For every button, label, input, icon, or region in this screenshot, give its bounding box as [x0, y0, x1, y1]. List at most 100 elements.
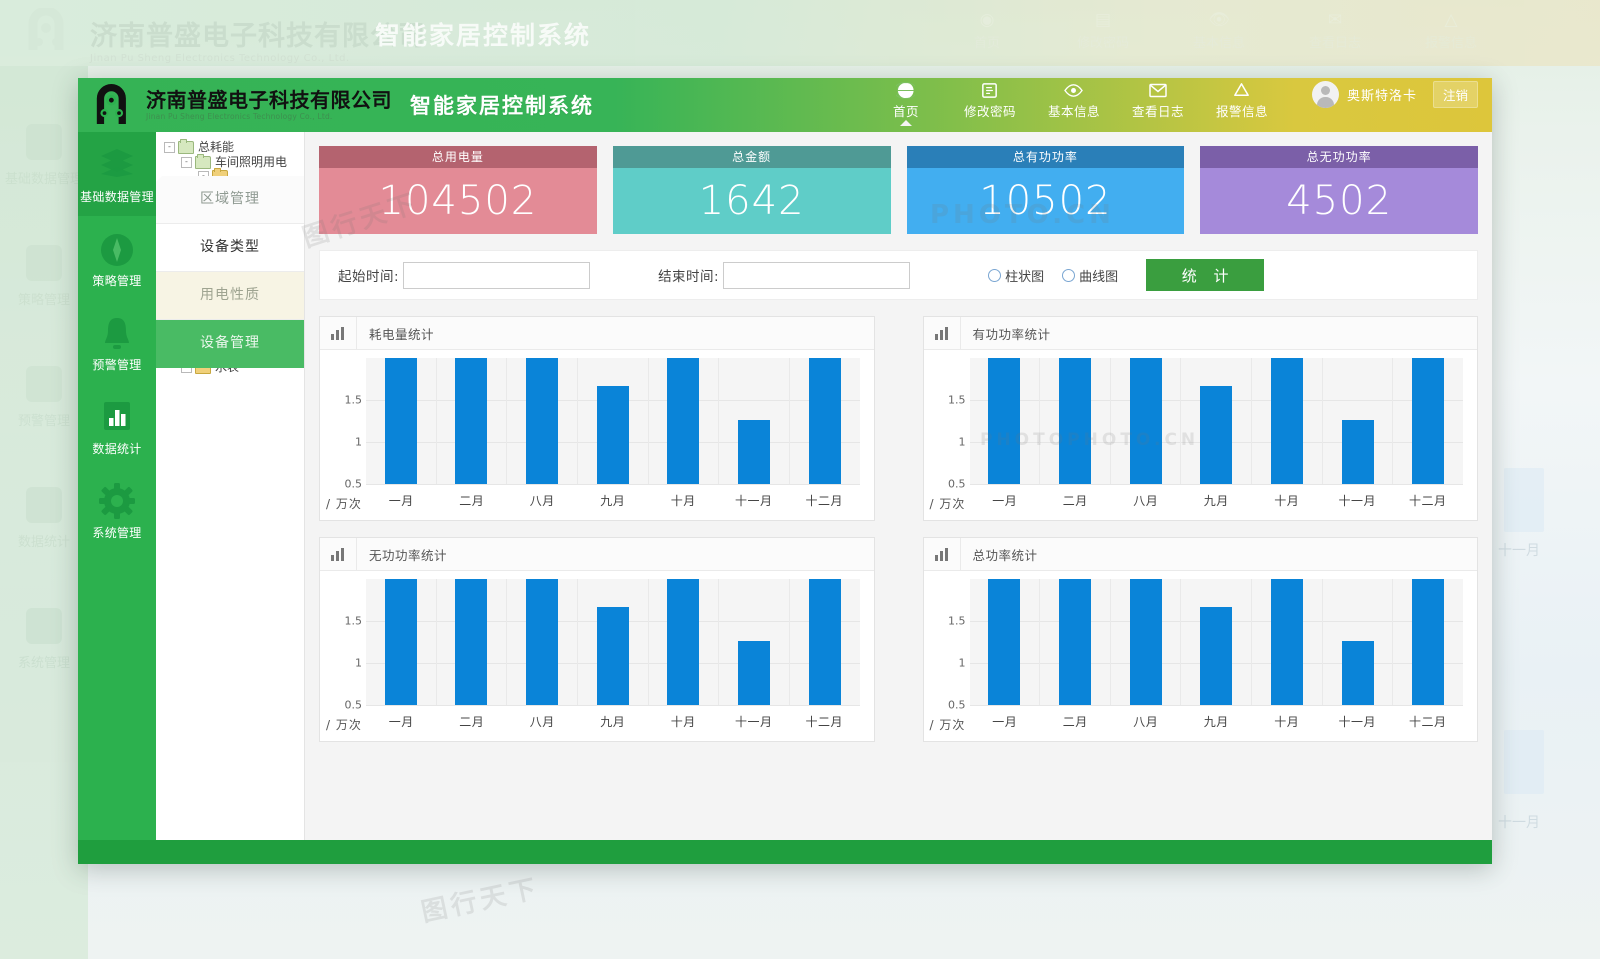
x-tick-label: 十二月 — [1408, 715, 1447, 729]
chart-bar[interactable] — [384, 579, 417, 705]
main-content: 总用电量 104502 总金额 1642 总有功功率 10502 总无功功率 4… — [305, 132, 1492, 840]
x-tick-label: 十一月 — [1338, 494, 1376, 508]
x-tick-label: 二月 — [459, 494, 485, 508]
chart-bar[interactable] — [1129, 579, 1162, 705]
sidebar-item-warning[interactable]: 预警管理 — [78, 300, 156, 384]
chart-bar[interactable] — [1058, 579, 1091, 705]
chart-bar[interactable] — [1200, 385, 1233, 484]
chart-bar[interactable] — [526, 579, 559, 705]
user-avatar-icon — [1311, 80, 1339, 108]
sidebar-item-system[interactable]: 系统管理 — [78, 468, 156, 552]
x-tick-label: 十月 — [1274, 494, 1300, 508]
tree-node[interactable]: - 车间照明用电 — [164, 154, 304, 170]
bell-alert-icon — [1200, 81, 1284, 102]
chart-column — [1181, 579, 1253, 705]
chart-column — [578, 579, 649, 705]
chart-bar[interactable] — [526, 358, 559, 484]
background-bar-label: 十一月 — [1498, 815, 1540, 831]
chart-bar[interactable] — [988, 579, 1021, 705]
nav-item-home[interactable]: 首页 — [864, 81, 948, 126]
x-tick-label: 八月 — [529, 715, 555, 729]
y-tick-label: 1 — [958, 435, 966, 449]
nav-item-basic-info[interactable]: 基本信息 — [1032, 81, 1116, 120]
logout-button[interactable]: 注销 — [1432, 80, 1478, 108]
stat-value: 10502 — [906, 168, 1185, 234]
chart-bar[interactable] — [1270, 579, 1303, 705]
sidebar-label: 策略管理 — [92, 274, 142, 288]
radio-bar-chart[interactable]: 柱状图 — [988, 266, 1044, 285]
plot-area — [366, 579, 860, 706]
chart-bar[interactable] — [596, 606, 629, 705]
x-tick-label: 十月 — [670, 715, 696, 729]
chart-title: 无功功率统计 — [369, 547, 448, 563]
chart-bar[interactable] — [808, 358, 841, 484]
chart-bar[interactable] — [1412, 579, 1445, 705]
sidebar-item-data-statistics[interactable]: 数据统计 — [78, 384, 156, 468]
chart-bar[interactable] — [384, 358, 417, 484]
chart-bar[interactable] — [596, 385, 629, 484]
chart-bar[interactable] — [1058, 358, 1091, 484]
subnav-item-device-management[interactable]: 设备管理 — [156, 320, 304, 368]
end-time-label: 结束时间: — [658, 269, 720, 285]
statistics-submit-button[interactable]: 统 计 — [1146, 259, 1265, 291]
background-bar — [1504, 730, 1544, 794]
background-bar — [1504, 468, 1544, 532]
chart-bar[interactable] — [738, 420, 771, 484]
start-time-input[interactable] — [403, 261, 591, 289]
chart-column — [1393, 579, 1463, 705]
radio-circle-icon — [988, 268, 1002, 282]
stat-card-reactive-power: 总无功功率 4502 — [1200, 146, 1478, 234]
chart-column — [366, 579, 437, 705]
nav-item-change-password[interactable]: 修改密码 — [948, 81, 1032, 120]
chart-bar[interactable] — [667, 579, 700, 705]
nav-label: 查看日志 — [1131, 103, 1184, 119]
tree-node[interactable]: - 总耗能 — [164, 139, 304, 155]
chart-bar[interactable] — [667, 358, 700, 484]
top-navigation: 首页 修改密码 基本信息 查看日志 报警信息 奥斯特洛卡 注销 — [864, 78, 1492, 135]
tree-node-label: 总耗能 — [198, 140, 235, 154]
collapse-icon[interactable]: - — [164, 142, 175, 153]
y-axis-unit: / 万次 — [929, 718, 966, 732]
user-box: 奥斯特洛卡 注销 — [1311, 80, 1478, 108]
background-header: 济南普盛电子科技有限公司 Jinan Pu Sheng Electronics … — [0, 0, 1600, 66]
subnav-item-area-management[interactable]: 区域管理 — [156, 176, 304, 224]
sidebar-label: 基础数据管理 — [80, 190, 154, 204]
sidebar-item-basic-data[interactable]: 基础数据管理 — [78, 132, 164, 216]
globe-icon — [864, 81, 948, 102]
chart-panel-header: 有功功率统计 — [923, 317, 1477, 350]
sidebar-item-strategy[interactable]: 策略管理 — [78, 216, 156, 300]
chart-bar[interactable] — [988, 358, 1021, 484]
end-time-input[interactable] — [723, 261, 911, 289]
background-system-name: 智能家居控制系统 — [375, 21, 592, 50]
stat-title: 总有功功率 — [906, 146, 1185, 168]
nav-item-view-log[interactable]: 查看日志 — [1116, 81, 1200, 120]
radio-line-chart[interactable]: 曲线图 — [1062, 266, 1118, 285]
chart-bar[interactable] — [455, 358, 488, 484]
chart-bar[interactable] — [1200, 606, 1233, 705]
chart-bar[interactable] — [738, 641, 771, 705]
brand-text: 济南普盛电子科技有限公司 Jinan Pu Sheng Electronics … — [146, 87, 392, 121]
chart-bar[interactable] — [455, 579, 488, 705]
bar-chart-icon — [924, 317, 961, 349]
subnav-item-device-type[interactable]: 设备类型 — [156, 224, 304, 272]
plot-area — [366, 358, 860, 485]
chart-bar[interactable] — [1270, 358, 1303, 484]
subnav-item-power-nature[interactable]: 用电性质 — [156, 272, 304, 320]
chart-bar[interactable] — [1129, 358, 1162, 484]
collapse-icon[interactable]: - — [181, 157, 192, 168]
y-tick-label: 1 — [355, 435, 362, 449]
chart-bar[interactable] — [1341, 420, 1374, 484]
chart-bar[interactable] — [1412, 358, 1445, 484]
nav-item-alarm-info[interactable]: 报警信息 — [1200, 81, 1284, 120]
company-name-cn: 济南普盛电子科技有限公司 — [146, 87, 392, 112]
x-tick-label: 八月 — [1133, 715, 1159, 729]
x-tick-label: 一月 — [992, 494, 1018, 508]
chart-bar[interactable] — [1341, 641, 1374, 705]
chart-bar[interactable] — [808, 579, 841, 705]
gridline — [366, 705, 860, 706]
bar-chart-icon — [320, 317, 357, 349]
subnav-panel: - 总耗能 - 车间照明用电 - 区域管理 设备类型 用电性质 设备管 — [156, 132, 305, 840]
plot-area — [969, 358, 1463, 485]
filter-bar: 起始时间: 结束时间: 柱状图 曲线图 统 计 — [319, 250, 1478, 300]
folder-icon — [195, 154, 211, 169]
